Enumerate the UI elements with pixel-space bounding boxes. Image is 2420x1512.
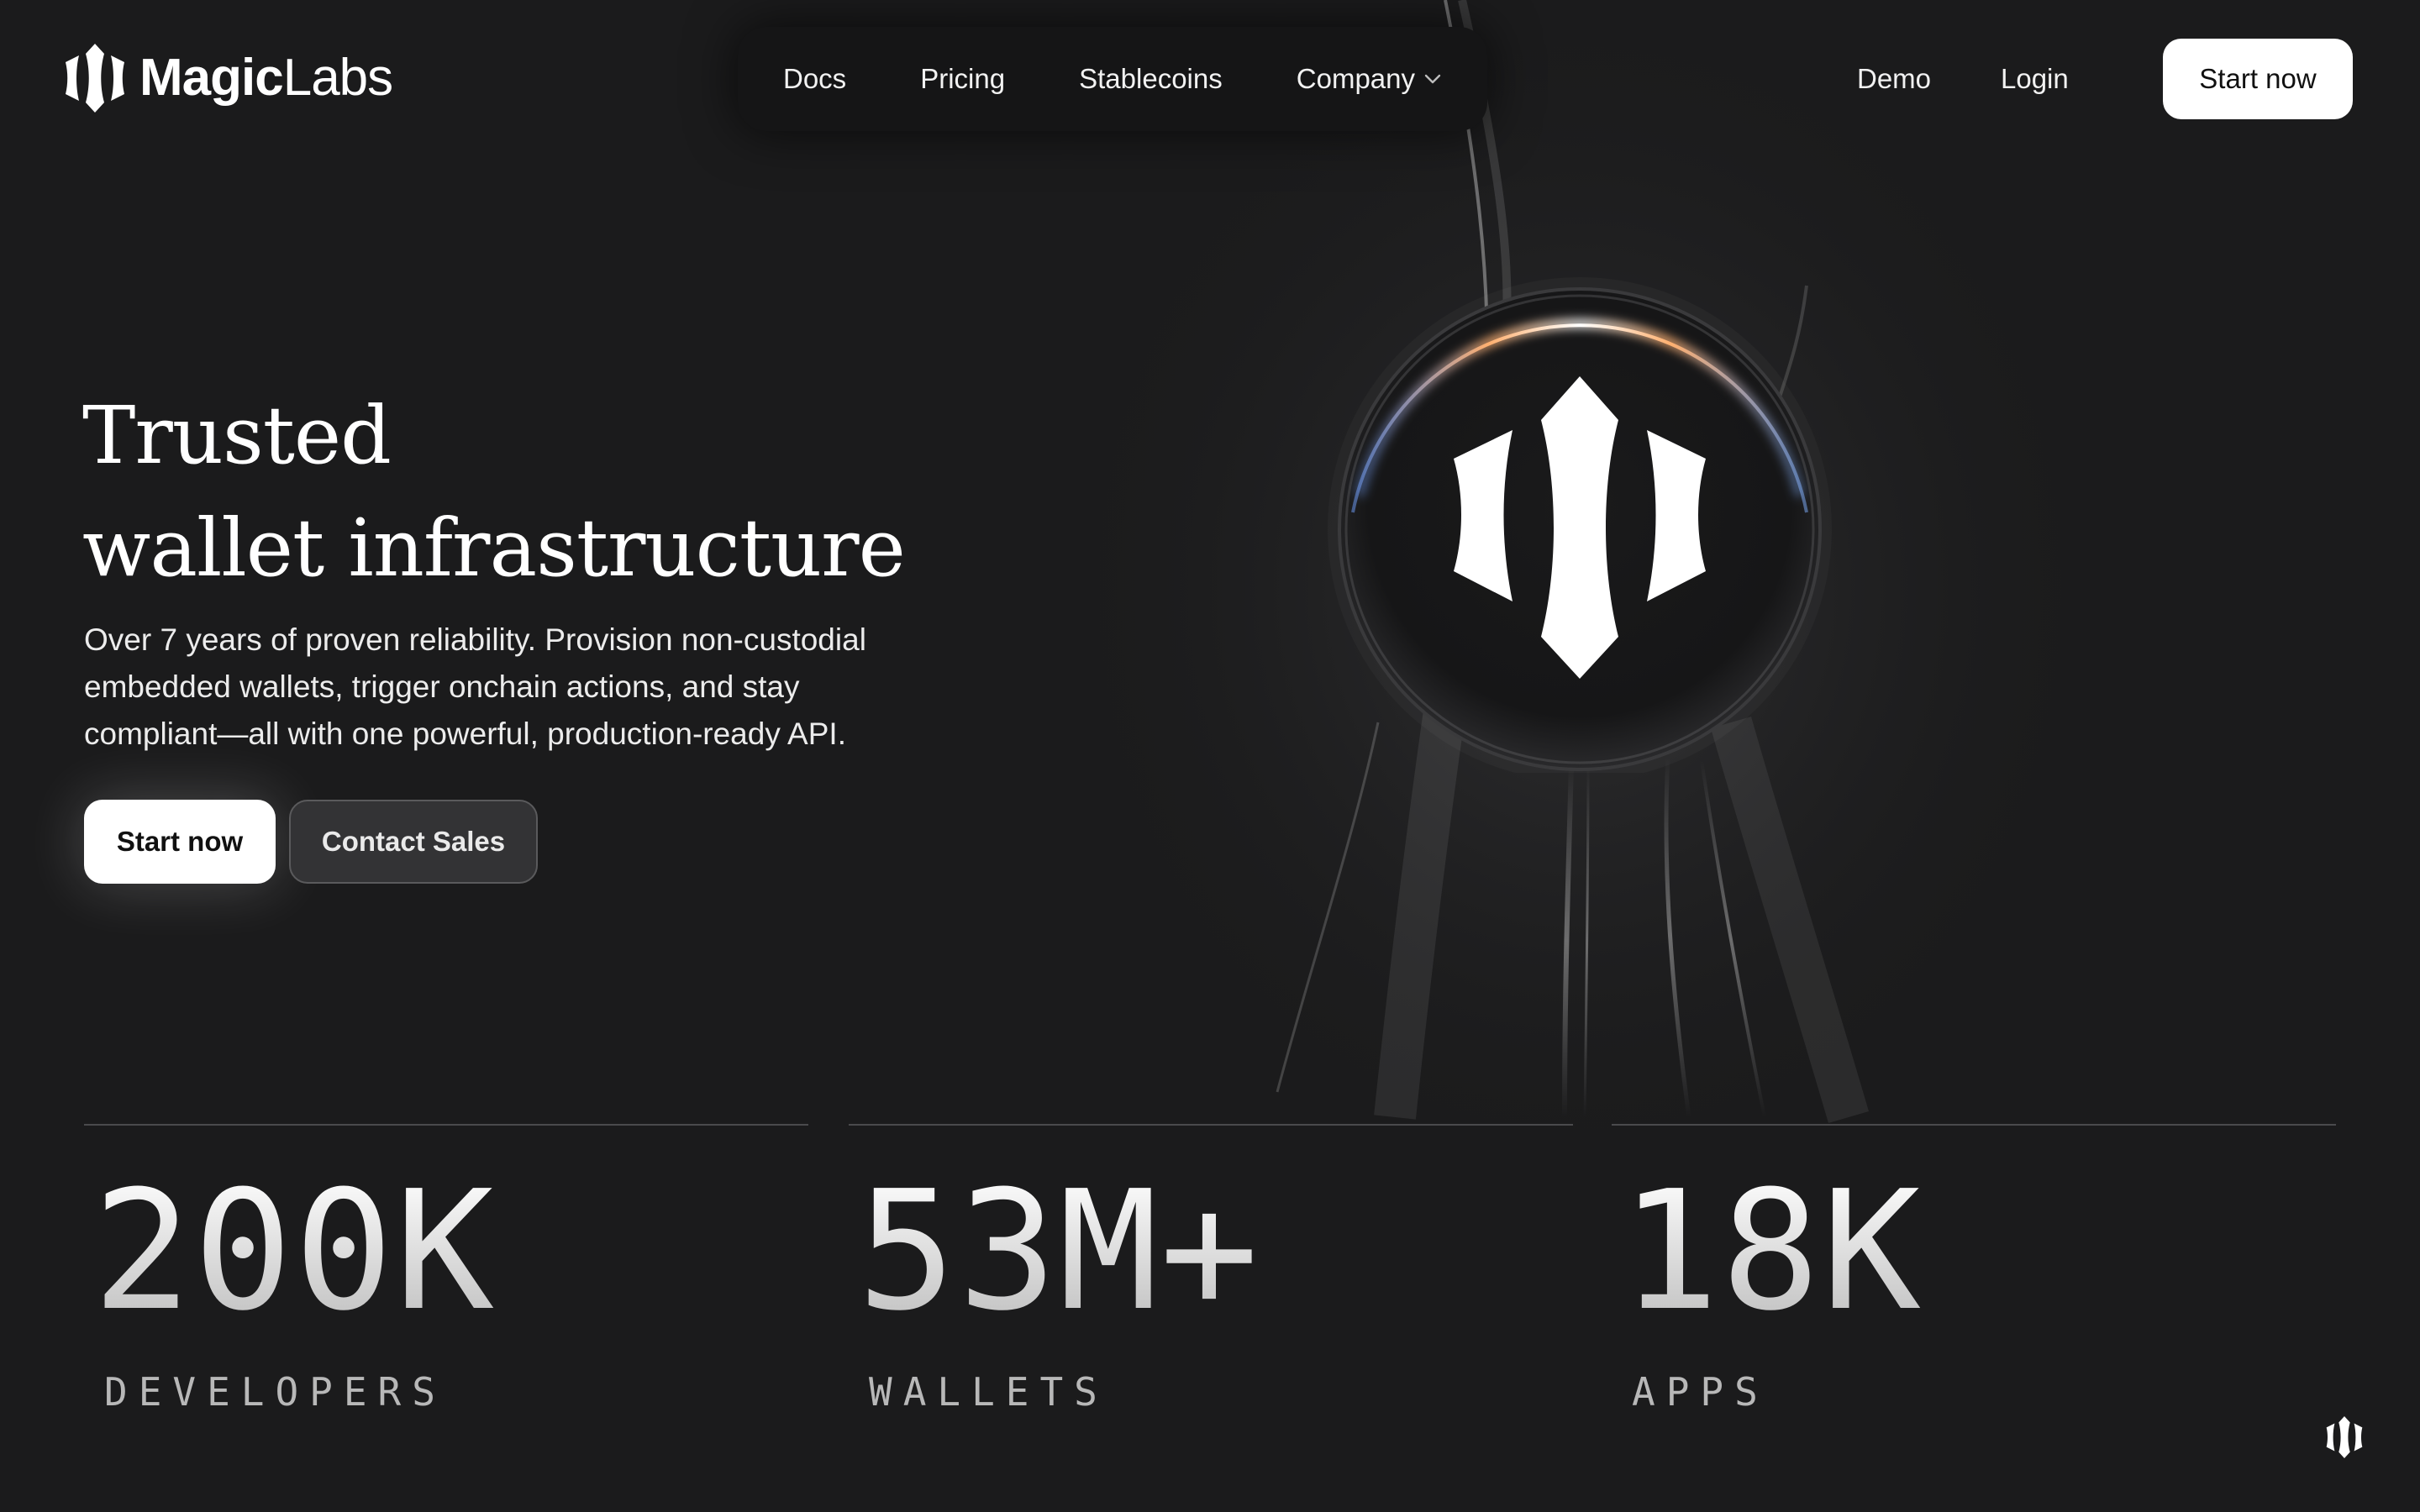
demo-link[interactable]: Demo [1857,59,1931,99]
magic-logo-icon[interactable] [2326,1416,2363,1458]
stat-label: APPS [1632,1369,1769,1415]
stat-divider [849,1124,1573,1126]
magic-logo-icon [66,44,124,113]
nav-item-label: Company [1296,63,1415,94]
stat-wallets: 53M+ WALLETS [849,1124,1573,1460]
hero-title: Trusted wallet infrastructure [82,380,906,605]
stat-label: WALLETS [869,1369,1108,1415]
stat-developers: 200K DEVELOPERS [84,1124,808,1460]
nav-item-label: Docs [783,63,847,94]
brand-name-bold: Magic [139,49,284,107]
hero-orb-graphic [1338,287,1822,771]
nav-item-pricing[interactable]: Pricing [920,63,1005,95]
stat-apps: 18K APPS [1612,1124,2336,1460]
brand-logo[interactable]: MagicLabs [66,44,393,113]
nav-item-stablecoins[interactable]: Stablecoins [1079,63,1223,95]
hero-title-line: Trusted [82,390,392,482]
brand-name: MagicLabs [139,44,393,113]
nav-start-now-button[interactable]: Start now [2163,39,2353,119]
nav-item-label: Pricing [920,63,1006,94]
main-nav: Docs Pricing Stablecoins Company [738,27,1487,131]
nav-item-label: Stablecoins [1079,63,1223,94]
stat-value: 200K [92,1156,497,1347]
stat-label: DEVELOPERS [104,1369,446,1415]
nav-item-company[interactable]: Company [1297,63,1442,95]
login-link[interactable]: Login [2001,59,2069,99]
hero-title-line: wallet infrastructure [82,502,906,595]
stat-divider [84,1124,808,1126]
chevron-down-icon [1424,74,1441,84]
hero-start-now-button[interactable]: Start now [84,800,276,884]
stat-divider [1612,1124,2336,1126]
hero-description: Over 7 years of proven reliability. Prov… [84,617,1025,758]
stat-value: 18K [1620,1156,1923,1347]
hero-description-line: Over 7 years of proven reliability. Prov… [84,622,866,657]
hero-description-line: compliant—all with one powerful, product… [84,717,846,751]
contact-sales-button[interactable]: Contact Sales [289,800,538,884]
brand-name-light: Labs [282,49,393,107]
nav-item-docs[interactable]: Docs [783,63,846,95]
stat-value: 53M+ [857,1156,1261,1347]
hero-description-line: embedded wallets, trigger onchain action… [84,669,800,704]
